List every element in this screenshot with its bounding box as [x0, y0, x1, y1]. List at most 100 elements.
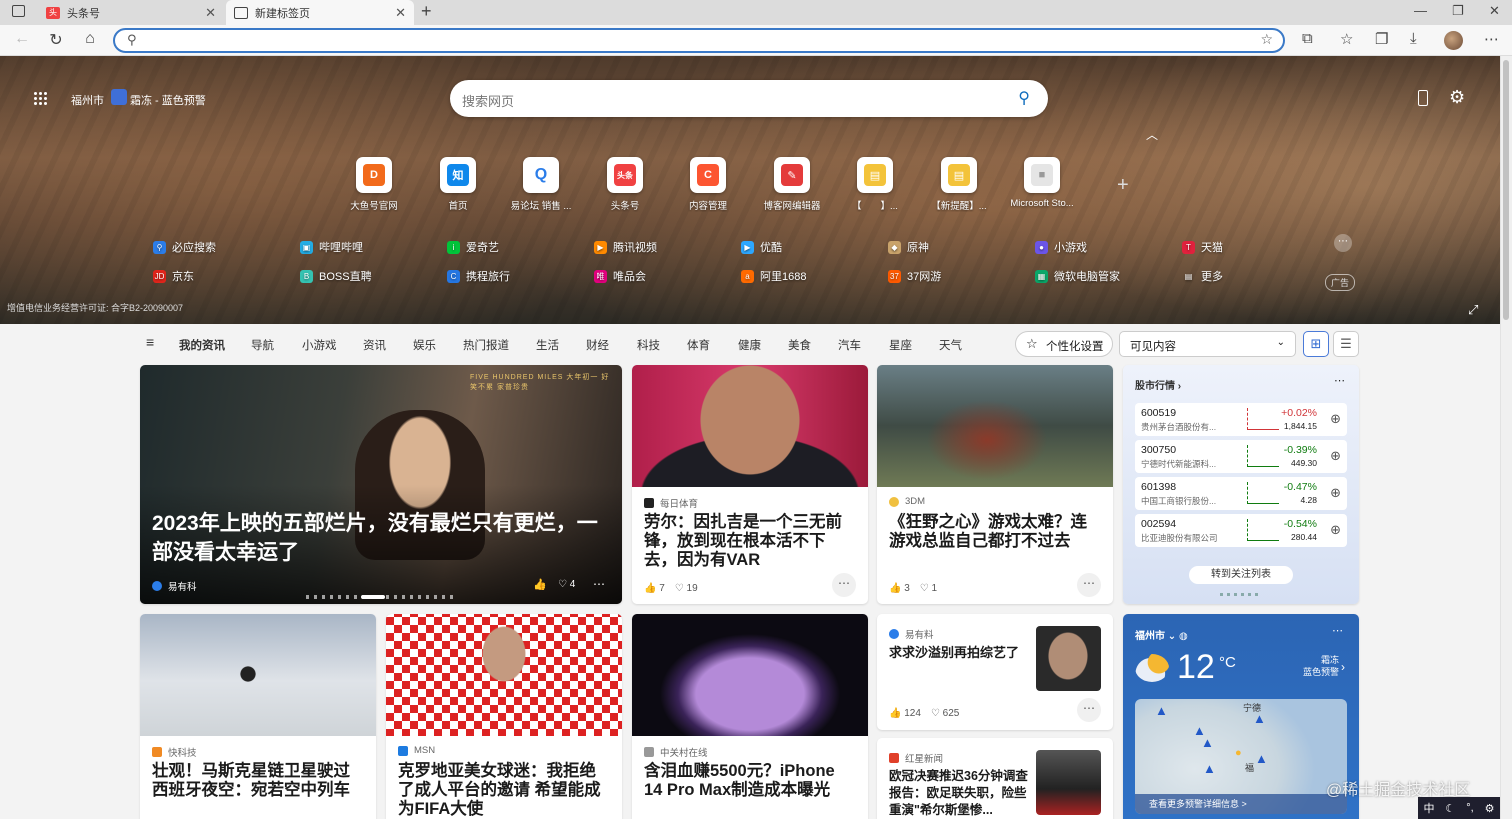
weather-widget[interactable]: 福州市 ⌄ ◍ ⋯ 12 °C 霜冻 蓝色预警 › 宁德 福 ▲ ▲ ▲ ▲ ▲ … [1123, 614, 1359, 819]
tab-finance[interactable]: 财经 [586, 337, 609, 353]
new-tab-button[interactable]: + [421, 1, 432, 22]
collections-icon[interactable]: ❐ [1375, 30, 1388, 48]
home-icon[interactable]: ⌂ [80, 30, 100, 48]
more-menu-icon[interactable]: ⋯ [1484, 30, 1499, 48]
visible-content-select[interactable]: 可见内容 ⌄ [1119, 331, 1296, 357]
tab-food[interactable]: 美食 [788, 337, 811, 353]
feed-card[interactable]: 快科技 壮观！马斯克星链卫星驶过西班牙夜空：宛若空中列车 [140, 614, 376, 819]
add-watch-icon[interactable]: ⊕ [1330, 485, 1341, 501]
site-link[interactable]: a 阿里1688 [741, 268, 806, 284]
close-icon[interactable]: ✕ [395, 5, 406, 21]
collapse-chevron-icon[interactable]: ︿ [1146, 126, 1158, 143]
more-alerts-link[interactable]: 查看更多预警详细信息 > [1135, 794, 1347, 814]
site-link[interactable]: 37 37网游 [888, 268, 941, 284]
site-link[interactable]: ▤ 更多 [1182, 268, 1223, 284]
tab-actions-icon[interactable] [12, 5, 25, 17]
stock-row[interactable]: 300750 宁德时代新能源科... -0.39% 449.30 ⊕ [1135, 440, 1347, 473]
apps-grid-icon[interactable] [34, 92, 48, 106]
tab-health[interactable]: 健康 [738, 337, 761, 353]
quicklink[interactable]: ✎ 博客网编辑器 [752, 157, 832, 212]
site-link[interactable]: C 携程旅行 [447, 268, 510, 284]
location-label[interactable]: 福州市 [71, 92, 104, 108]
search-icon[interactable]: ⚲ [1018, 88, 1030, 108]
more-icon[interactable]: ⋯ [832, 573, 856, 597]
more-icon[interactable]: ⋯ [593, 577, 605, 591]
tab-sports[interactable]: 体育 [687, 337, 710, 353]
site-link[interactable]: ▶ 优酷 [741, 239, 782, 255]
feed-card[interactable]: 红星新闻 欧冠决赛推迟36分钟调查报告：欧足联失职，险些重演"希尔斯堡惨... [877, 738, 1113, 819]
tab-toutiao[interactable]: 头 头条号 ✕ [38, 0, 224, 25]
add-watch-icon[interactable]: ⊕ [1330, 448, 1341, 464]
card-reactions[interactable]: 👍 124 ♡ 625 [889, 704, 959, 719]
more-icon[interactable]: ⋯ [1077, 573, 1101, 597]
avatar[interactable] [1444, 31, 1463, 50]
tray-settings-icon[interactable]: ⚙ [1485, 802, 1495, 815]
tab-entertainment[interactable]: 娱乐 [413, 337, 436, 353]
tab-nav[interactable]: 导航 [251, 337, 274, 353]
feed-card-large[interactable]: FIVE HUNDRED MILES 大年初一 好笑不累 家普珍贵 2023年上… [140, 365, 622, 604]
site-link[interactable]: ▶ 腾讯视频 [594, 239, 657, 255]
feed-card[interactable]: 每日体育 劳尔：因扎吉是一个三无前锋，放到现在根本活不下去，因为有VAR 👍 7… [632, 365, 868, 604]
tab-auto[interactable]: 汽车 [838, 337, 861, 353]
tab-minigames[interactable]: 小游戏 [302, 337, 337, 353]
sites-more-icon[interactable]: ⋯ [1334, 234, 1352, 252]
hamburger-icon[interactable]: ≡ [146, 334, 154, 350]
ime-indicator[interactable]: 中 [1423, 800, 1434, 816]
tab-news[interactable]: 资讯 [363, 337, 386, 353]
site-link[interactable]: JD 京东 [153, 268, 194, 284]
stock-row[interactable]: 600519 贵州茅台酒股份有... +0.02% 1,844.15 ⊕ [1135, 403, 1347, 436]
grid-view-button[interactable]: ⊞ [1303, 331, 1329, 357]
quicklink[interactable]: Q 易论坛 销售 ... [501, 157, 581, 212]
feed-card[interactable]: 中关村在线 含泪血赚5500元？iPhone 14 Pro Max制造成本曝光 [632, 614, 868, 819]
site-link[interactable]: ◆ 原神 [888, 239, 929, 255]
punctuation-icon[interactable]: °, [1466, 802, 1473, 814]
weather-alert-label[interactable]: 霜冻 - 蓝色预警 [130, 92, 206, 108]
site-link[interactable]: ▣ 哔哩哔哩 [300, 239, 363, 255]
feed-card[interactable]: 易有料 求求沙溢别再拍综艺了 👍 124 ♡ 625 ⋯ [877, 614, 1113, 730]
quicklink[interactable]: 头条 头条号 [585, 157, 665, 212]
back-icon[interactable]: ← [12, 30, 32, 48]
like-icon[interactable]: 👍 [533, 578, 547, 591]
quicklink[interactable]: ■ Microsoft Sto... [1002, 157, 1082, 209]
more-icon[interactable]: ⋯ [1334, 374, 1345, 387]
site-link[interactable]: B BOSS直聘 [300, 268, 372, 284]
weather-alert[interactable]: 霜冻 蓝色预警 [1299, 654, 1339, 678]
favorite-add-icon[interactable]: ☆ [1260, 31, 1273, 48]
omnibox-input[interactable]: ⚲ ☆ [113, 28, 1285, 53]
close-window-button[interactable]: ✕ [1489, 3, 1500, 19]
chevron-right-icon[interactable]: › [1341, 660, 1345, 674]
stock-row[interactable]: 601398 中国工商银行股份... -0.47% 4.28 ⊕ [1135, 477, 1347, 510]
tab-weather[interactable]: 天气 [939, 337, 962, 353]
site-link[interactable]: ▦ 微软电脑管家 [1035, 268, 1120, 284]
feed-card[interactable]: 3DM 《狂野之心》游戏太难？连游戏总监自己都打不过去 👍 3 ♡ 1 ⋯ [877, 365, 1113, 604]
quicklink[interactable]: C 内容管理 [668, 157, 748, 212]
quicklink[interactable]: ▤ 【新提醒】... [919, 157, 999, 212]
close-icon[interactable]: ✕ [205, 5, 216, 21]
add-watch-icon[interactable]: ⊕ [1330, 411, 1341, 427]
card-reactions[interactable]: 👍 3 ♡ 1 [889, 579, 937, 594]
maximize-button[interactable]: ❐ [1452, 3, 1464, 19]
scrollbar-thumb[interactable] [1503, 60, 1509, 320]
personalize-button[interactable]: ☆ 个性化设置 [1015, 331, 1113, 357]
watchlist-button[interactable]: 转到关注列表 [1189, 566, 1293, 584]
moon-icon[interactable]: ☾ [1445, 802, 1455, 815]
feed-card[interactable]: MSN 克罗地亚美女球迷：我拒绝了成人平台的邀请 希望能成为FIFA大使 [386, 614, 622, 819]
site-link[interactable]: T 天猫 [1182, 239, 1223, 255]
settings-gear-icon[interactable]: ⚙ [1449, 87, 1465, 108]
expand-icon[interactable]: ⤢ [1468, 302, 1478, 318]
card-reactions[interactable]: 👍 7 ♡ 19 [644, 579, 698, 594]
weather-city[interactable]: 福州市 ⌄ ◍ [1135, 627, 1188, 642]
site-link[interactable]: ● 小游戏 [1035, 239, 1087, 255]
stock-widget[interactable]: 股市行情 › ⋯ 600519 贵州茅台酒股份有... +0.02% 1,844… [1123, 365, 1359, 604]
phone-icon[interactable] [1418, 90, 1428, 106]
search-input[interactable]: 搜索网页 [462, 91, 514, 110]
tab-tech[interactable]: 科技 [637, 337, 660, 353]
tab-newtab[interactable]: 新建标签页 ✕ [226, 0, 414, 25]
add-watch-icon[interactable]: ⊕ [1330, 522, 1341, 538]
minimize-button[interactable]: — [1414, 3, 1427, 18]
add-quicklink-button[interactable]: + [1117, 174, 1129, 197]
quicklink[interactable]: 知首页 [418, 157, 498, 212]
stock-title[interactable]: 股市行情 › [1135, 377, 1181, 392]
refresh-icon[interactable]: ↻ [46, 30, 66, 50]
stock-row[interactable]: 002594 比亚迪股份有限公司 -0.54% 280.44 ⊕ [1135, 514, 1347, 547]
